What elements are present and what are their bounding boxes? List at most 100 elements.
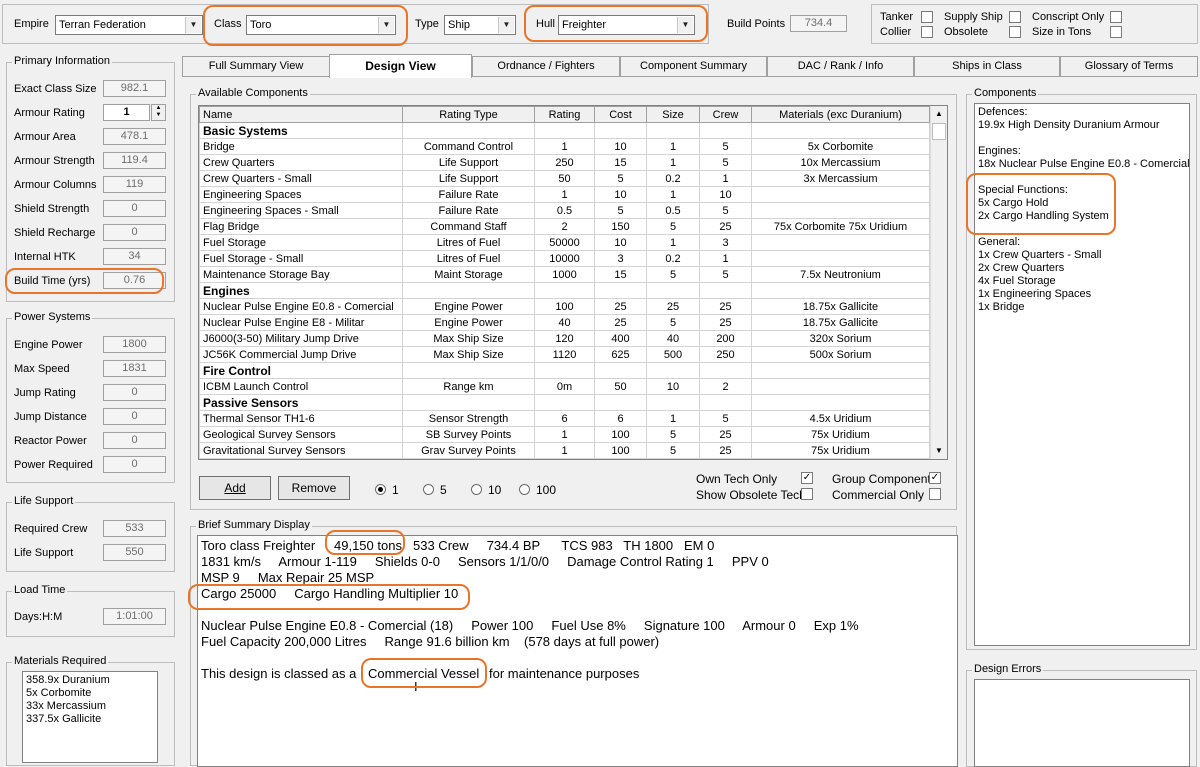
qty-1-radio[interactable]: [375, 484, 386, 495]
remove-button[interactable]: Remove: [278, 476, 350, 500]
primary-row-label: Internal HTK: [14, 251, 76, 263]
table-cell: 100: [594, 442, 647, 459]
summary-line-5: Nuclear Pulse Engine E0.8 - Comercial (1…: [201, 618, 859, 633]
table-row[interactable]: Crew Quarters - Small Life Support 50 5 0.2 1…: [199, 170, 930, 187]
table-cell: 120: [534, 330, 595, 347]
summary-line-7a: This design is classed as a: [201, 666, 357, 681]
table-cell: 25: [699, 218, 752, 235]
table-row[interactable]: Nuclear Pulse Engine E8 - Militar Engine …: [199, 314, 930, 331]
column-header[interactable]: Rating Type: [402, 106, 535, 123]
table-scrollbar[interactable]: ▲ ▼: [930, 106, 947, 459]
show-obsolete-tech-checkbox[interactable]: [801, 488, 813, 500]
table-row[interactable]: Thermal Sensor TH1-6 Sensor Strength 6 6 1 5 4…: [199, 410, 930, 427]
tab-ships-in-class[interactable]: Ships in Class: [914, 56, 1060, 76]
table-cell: [751, 362, 930, 379]
power-row-label: Jump Rating: [14, 387, 76, 399]
qty-5-radio[interactable]: [423, 484, 434, 495]
conscript-only-checkbox[interactable]: [1110, 11, 1122, 23]
primary-row-label: Armour Strength: [14, 155, 95, 167]
column-header[interactable]: Size: [646, 106, 700, 123]
tab-full-summary-view[interactable]: Full Summary View: [182, 56, 330, 76]
table-cell: [646, 362, 700, 379]
chevron-up-icon[interactable]: ▲: [152, 105, 165, 112]
tab-glossary-of-terms[interactable]: Glossary of Terms: [1060, 56, 1198, 76]
table-cell: Failure Rate: [402, 186, 535, 203]
table-row[interactable]: Fuel Storage - Small Litres of Fuel 10000 3…: [199, 250, 930, 267]
table-cell: 18.75x Gallicite: [751, 298, 930, 315]
table-cell: Engineering Spaces - Small: [199, 202, 403, 219]
table-cell: [646, 394, 700, 411]
column-header[interactable]: Crew: [699, 106, 752, 123]
table-row[interactable]: Maintenance Storage Bay Maint Storage 1000…: [199, 266, 930, 283]
scroll-down-icon[interactable]: ▼: [931, 443, 947, 459]
primary-row-value: 119.4: [103, 152, 166, 169]
tab-ordnance-fighters[interactable]: Ordnance / Fighters: [472, 56, 620, 76]
tab-design-view[interactable]: Design View: [329, 54, 472, 78]
table-row[interactable]: Flag Bridge Command Staff 2 150 5 25 75x Corbo…: [199, 218, 930, 235]
column-header[interactable]: Rating: [534, 106, 595, 123]
own-tech-only-checkbox[interactable]: ✓: [801, 472, 813, 484]
table-row[interactable]: Crew Quarters Life Support 250 15 1 5 10x Merc…: [199, 154, 930, 171]
table-cell: [751, 186, 930, 203]
table-row[interactable]: JC56K Commercial Jump Drive Max Ship Size…: [199, 346, 930, 363]
obsolete-checkbox[interactable]: [1009, 26, 1021, 38]
table-row[interactable]: Nuclear Pulse Engine E0.8 - Comercial Eng…: [199, 298, 930, 315]
category-row[interactable]: Passive Sensors: [199, 394, 930, 411]
design-errors-list[interactable]: [974, 679, 1190, 767]
table-cell: [534, 394, 595, 411]
column-header[interactable]: Materials (exc Duranium): [751, 106, 930, 123]
components-table-container[interactable]: Name Rating Type Rating Cost Size Crew Materia…: [198, 105, 948, 460]
primary-row-value: 119: [103, 176, 166, 193]
scroll-up-icon[interactable]: ▲: [931, 106, 947, 122]
size-in-tons-checkbox[interactable]: [1110, 26, 1122, 38]
category-row[interactable]: Basic Systems: [199, 122, 930, 139]
life-row-label: Required Crew: [14, 523, 88, 535]
tab-component-summary[interactable]: Component Summary: [620, 56, 767, 76]
table-cell: 3x Mercassium: [751, 170, 930, 187]
table-row[interactable]: Gravitational Survey Sensors Grav Survey …: [199, 442, 930, 459]
table-row[interactable]: Fuel Storage Litres of Fuel 50000 10 1 3: [199, 234, 930, 251]
list-item: 4x Fuel Storage: [978, 275, 1056, 287]
column-header[interactable]: Cost: [594, 106, 647, 123]
category-row[interactable]: Engines: [199, 282, 930, 299]
primary-row-label: Armour Area: [14, 131, 76, 143]
type-select[interactable]: Ship ▼: [444, 15, 516, 35]
commercial-only-checkbox[interactable]: [929, 488, 941, 500]
table-row[interactable]: Geological Survey Sensors SB Survey Point…: [199, 426, 930, 443]
show-obsolete-tech-label: Show Obsolete Tech: [696, 488, 806, 502]
power-row-value: 0: [103, 408, 166, 425]
group-components-checkbox[interactable]: ✓: [929, 472, 941, 484]
scroll-thumb[interactable]: [932, 123, 946, 140]
chevron-down-icon[interactable]: ▼: [152, 112, 165, 119]
table-row[interactable]: ICBM Launch Control Range km 0m 50 10 2: [199, 378, 930, 395]
hull-select[interactable]: Freighter ▼: [558, 15, 695, 35]
tanker-checkbox[interactable]: [921, 11, 933, 23]
chevron-down-icon: ▼: [185, 17, 201, 33]
class-select[interactable]: Toro ▼: [246, 15, 396, 35]
collier-checkbox[interactable]: [921, 26, 933, 38]
tab-dac-rank-info[interactable]: DAC / Rank / Info: [767, 56, 914, 76]
column-header[interactable]: Name: [199, 106, 403, 123]
table-cell: [402, 282, 535, 299]
qty-100-radio[interactable]: [519, 484, 530, 495]
table-row[interactable]: Bridge Command Control 1 10 1 5 5x Corbomite: [199, 138, 930, 155]
table-cell: [402, 362, 535, 379]
supply-ship-checkbox[interactable]: [1009, 11, 1021, 23]
table-cell: 1000: [534, 266, 595, 283]
armour-rating-stepper[interactable]: ▲ ▼: [151, 104, 166, 121]
components-list[interactable]: Defences: 19.9x High Density Duranium Arm…: [974, 103, 1190, 646]
qty-10-radio[interactable]: [471, 484, 482, 495]
table-cell: 100: [594, 426, 647, 443]
table-cell: Bridge: [199, 138, 403, 155]
table-row[interactable]: Engineering Spaces Failure Rate 1 10 1 10: [199, 186, 930, 203]
add-button[interactable]: Add: [199, 476, 271, 500]
empire-select[interactable]: Terran Federation ▼: [55, 15, 203, 35]
table-row[interactable]: J6000(3-50) Military Jump Drive Max Ship …: [199, 330, 930, 347]
table-row[interactable]: Engineering Spaces - Small Failure Rate 0.…: [199, 202, 930, 219]
armour-rating-input[interactable]: 1: [103, 104, 150, 121]
table-cell: 1: [534, 426, 595, 443]
category-row[interactable]: Fire Control: [199, 362, 930, 379]
table-cell: 15: [594, 154, 647, 171]
materials-list[interactable]: 358.9x Duranium 5x Corbomite 33x Mercass…: [22, 671, 158, 763]
primary-information-title: Primary Information: [12, 55, 112, 67]
